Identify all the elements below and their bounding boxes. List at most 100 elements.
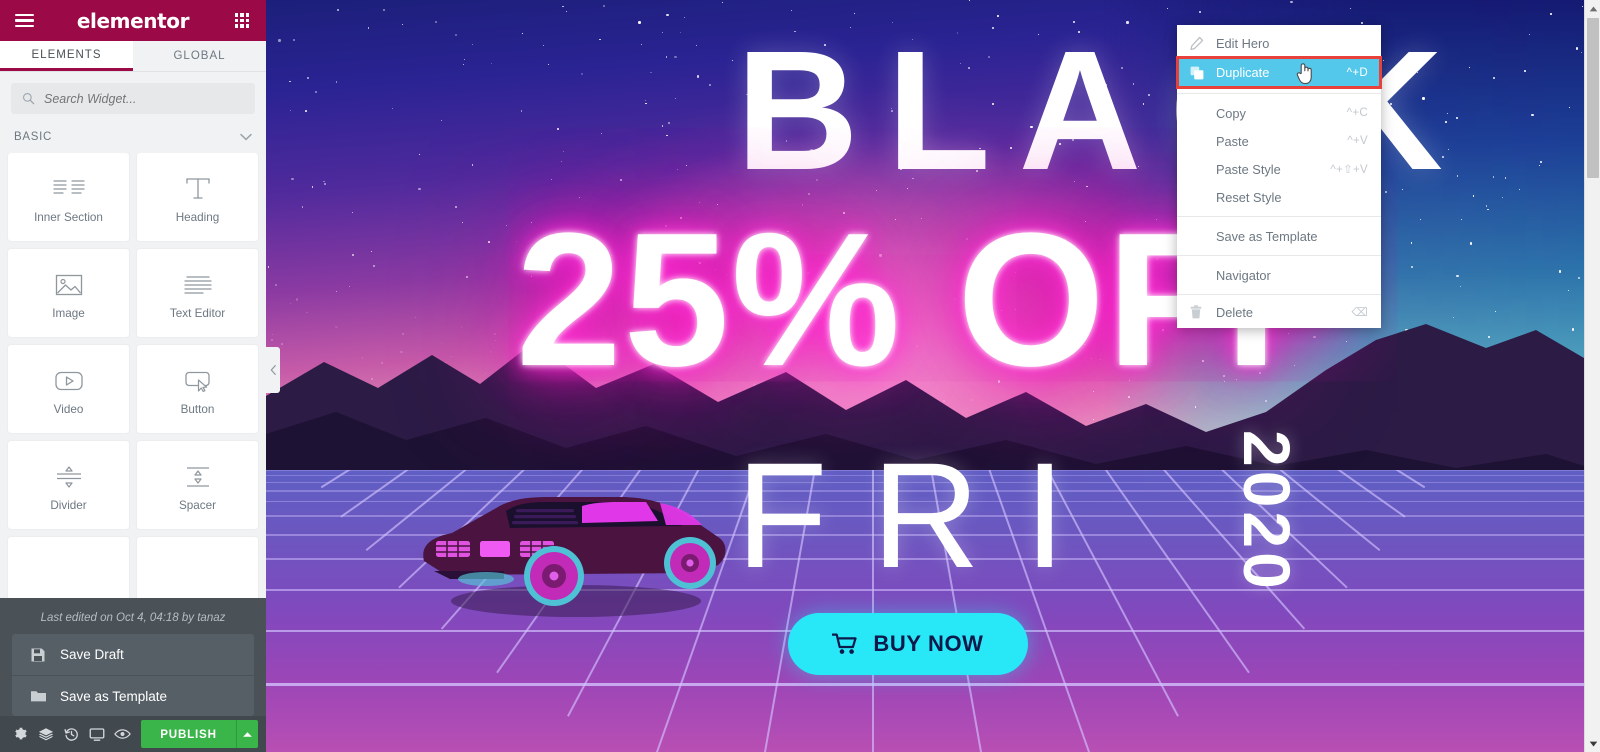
- search-icon: [23, 93, 35, 105]
- context-menu-separator: [1177, 294, 1381, 295]
- context-item-shortcut: ^+⇧+V: [1330, 164, 1368, 176]
- context-menu-item-delete[interactable]: Delete ⌫: [1177, 300, 1381, 328]
- widget-label: Text Editor: [169, 307, 226, 320]
- inner-section-icon: [52, 170, 86, 208]
- context-menu-item-copy[interactable]: Copy ^+C: [1177, 99, 1381, 127]
- grid-horizontal-line: [266, 683, 1584, 686]
- shopping-cart-icon: [832, 633, 858, 654]
- widget-partial-row-left[interactable]: [8, 537, 129, 598]
- scroll-down-arrow[interactable]: [1585, 735, 1600, 752]
- video-play-icon: [53, 362, 85, 400]
- save-as-template-label: Save as Template: [60, 688, 168, 704]
- context-item-label: Copy: [1216, 105, 1246, 121]
- responsive-monitor-icon[interactable]: [84, 716, 109, 752]
- headline-fri[interactable]: FRI: [736, 440, 1110, 590]
- duplicate-copies-icon: [1190, 66, 1207, 80]
- context-item-shortcut: ^+V: [1347, 135, 1368, 147]
- history-clock-icon[interactable]: [59, 716, 84, 752]
- grid-apps-icon[interactable]: [231, 10, 253, 32]
- panel-tabs: ELEMENTS GLOBAL: [0, 41, 266, 72]
- save-as-template-button[interactable]: Save as Template: [12, 675, 254, 716]
- spacer-icon: [183, 458, 213, 496]
- tab-elements[interactable]: ELEMENTS: [0, 41, 133, 71]
- pencil-edit-icon: [1190, 36, 1207, 50]
- widget-divider[interactable]: Divider: [8, 441, 129, 529]
- context-item-label: Paste Style: [1216, 161, 1281, 177]
- folder-icon: [30, 689, 47, 703]
- widget-text-editor[interactable]: Text Editor: [137, 249, 258, 337]
- widget-button[interactable]: Button: [137, 345, 258, 433]
- context-menu-item-paste-style[interactable]: Paste Style ^+⇧+V: [1177, 155, 1381, 183]
- context-menu-item-navigator[interactable]: Navigator: [1177, 261, 1381, 289]
- context-menu-item-paste[interactable]: Paste ^+V: [1177, 127, 1381, 155]
- context-menu-separator: [1177, 255, 1381, 256]
- preview-eye-icon[interactable]: [110, 716, 135, 752]
- panel-collapse-handle[interactable]: [266, 347, 280, 393]
- save-draft-label: Save Draft: [60, 647, 124, 662]
- widget-video[interactable]: Video: [8, 345, 129, 433]
- editor-left-panel: elementor ELEMENTS GLOBAL BASIC: [0, 0, 266, 752]
- buy-now-label: BUY NOW: [873, 631, 984, 656]
- tab-global[interactable]: GLOBAL: [133, 41, 266, 71]
- canvas-vertical-scrollbar[interactable]: [1584, 0, 1600, 752]
- publish-options-chevron-up-icon[interactable]: [235, 720, 258, 748]
- save-options-group: Save Draft Save as Template: [12, 634, 254, 716]
- context-menu-item-reset-style[interactable]: Reset Style: [1177, 183, 1381, 211]
- chevron-down-icon: [240, 133, 252, 140]
- widget-label: Button: [180, 403, 215, 416]
- floppy-disk-icon: [30, 647, 47, 663]
- scroll-up-arrow[interactable]: [1585, 0, 1600, 17]
- widget-label: Spacer: [178, 499, 217, 512]
- context-menu-item-save-as-template[interactable]: Save as Template: [1177, 222, 1381, 250]
- elementor-editor-window: elementor ELEMENTS GLOBAL BASIC: [0, 0, 1600, 752]
- text-editor-icon: [183, 266, 213, 304]
- hamburger-icon[interactable]: [13, 10, 35, 32]
- delorean-car-illustration: [423, 497, 726, 617]
- page-preview-stage[interactable]: BLACK 25% OFF FRI 2020 BUY NOW: [266, 0, 1584, 752]
- widget-grid: Inner Section Heading Image Text Editor …: [8, 153, 258, 598]
- context-item-shortcut: ^+C: [1346, 107, 1368, 119]
- elementor-logo: elementor: [76, 8, 190, 33]
- widget-partial-row-right[interactable]: [137, 537, 258, 598]
- settings-gear-icon[interactable]: [8, 716, 33, 752]
- widget-spacer[interactable]: Spacer: [137, 441, 258, 529]
- publish-button[interactable]: PUBLISH: [141, 720, 236, 748]
- section-basic-label: BASIC: [14, 130, 53, 143]
- search-area: [0, 72, 266, 120]
- editor-bottom-bar: PUBLISH: [0, 716, 266, 752]
- headline-year[interactable]: 2020: [1230, 430, 1304, 593]
- save-draft-button[interactable]: Save Draft: [12, 634, 254, 675]
- trash-bin-icon: [1190, 305, 1207, 319]
- context-menu-item-duplicate[interactable]: Duplicate ^+D: [1176, 56, 1382, 89]
- scrollbar-thumb[interactable]: [1587, 18, 1599, 178]
- context-item-label: Navigator: [1216, 267, 1271, 283]
- editor-canvas: BLACK 25% OFF FRI 2020 BUY NOW Edit Hero…: [266, 0, 1600, 752]
- context-menu-item-edit-hero[interactable]: Edit Hero: [1177, 29, 1381, 57]
- layers-navigator-icon[interactable]: [33, 716, 58, 752]
- widget-label: Inner Section: [34, 211, 103, 224]
- context-item-label: Edit Hero: [1216, 35, 1270, 51]
- image-icon: [54, 266, 84, 304]
- divider-icon: [54, 458, 84, 496]
- context-item-shortcut: ⌫: [1351, 307, 1368, 319]
- panel-header: elementor: [0, 0, 266, 41]
- widget-heading[interactable]: Heading: [137, 153, 258, 241]
- widget-label: Image: [52, 307, 85, 320]
- widget-label: Heading: [175, 211, 220, 224]
- search-input[interactable]: [44, 91, 244, 106]
- section-basic-header[interactable]: BASIC: [0, 120, 266, 153]
- widget-image[interactable]: Image: [8, 249, 129, 337]
- button-cursor-icon: [182, 362, 214, 400]
- last-edited-text: Last edited on Oct 4, 04:18 by tanaz: [40, 612, 226, 624]
- widget-list: Inner Section Heading Image Text Editor …: [0, 153, 266, 598]
- context-item-label: Paste: [1216, 133, 1249, 149]
- pointing-hand-cursor: [1296, 63, 1312, 85]
- widget-label: Video: [53, 403, 84, 416]
- context-item-label: Save as Template: [1216, 228, 1318, 244]
- buy-now-button[interactable]: BUY NOW: [788, 613, 1028, 675]
- context-item-label: Duplicate: [1216, 65, 1270, 80]
- search-box[interactable]: [11, 83, 255, 114]
- context-item-shortcut: ^+D: [1346, 66, 1368, 79]
- element-context-menu[interactable]: Edit Hero Duplicate ^+D Copy ^+C Paste ^…: [1176, 25, 1382, 328]
- widget-inner-section[interactable]: Inner Section: [8, 153, 129, 241]
